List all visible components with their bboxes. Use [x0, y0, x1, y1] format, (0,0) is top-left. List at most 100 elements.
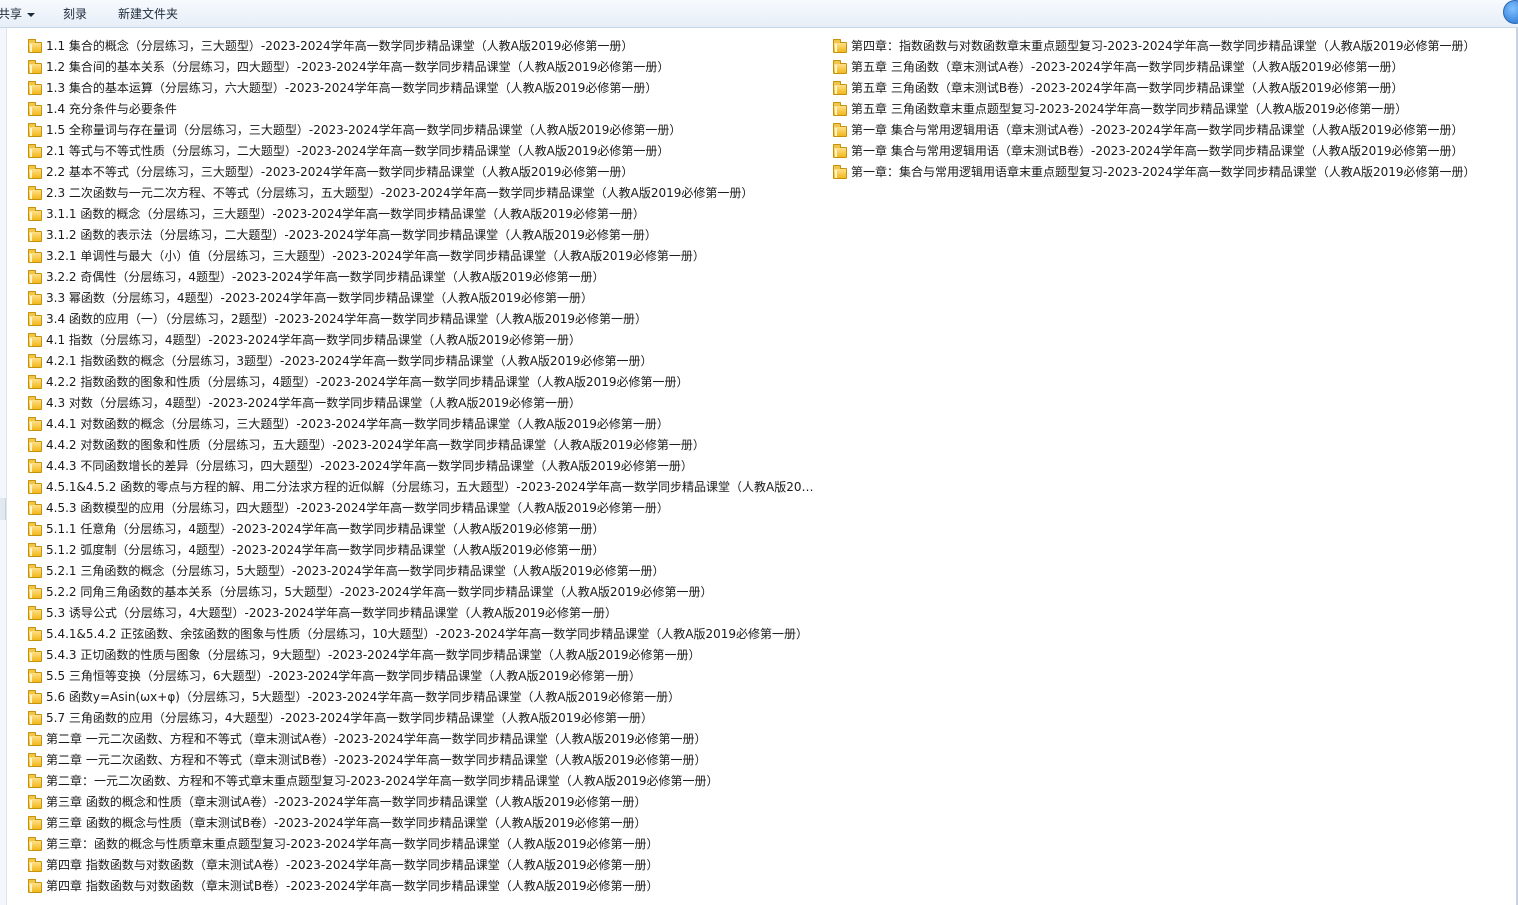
folder-icon — [28, 122, 42, 137]
new-folder-button[interactable]: 新建文件夹 — [118, 0, 178, 28]
folder-name: 3.2.2 奇偶性（分层练习，4题型）-2023-2024学年高一数学同步精品课… — [46, 270, 605, 284]
folder-item[interactable]: 4.2.2 指数函数的图象和性质（分层练习，4题型）-2023-2024学年高一… — [28, 372, 818, 393]
folder-item[interactable]: 3.2.2 奇偶性（分层练习，4题型）-2023-2024学年高一数学同步精品课… — [28, 267, 818, 288]
folder-item[interactable]: 第三章 函数的概念与性质（章末测试B卷）-2023-2024学年高一数学同步精品… — [28, 813, 818, 834]
folder-icon — [28, 248, 42, 263]
folder-icon — [28, 290, 42, 305]
folder-item[interactable]: 3.4 函数的应用（一）（分层练习，2题型）-2023-2024学年高一数学同步… — [28, 309, 818, 330]
folder-item[interactable]: 第四章 指数函数与对数函数（章末测试B卷）-2023-2024学年高一数学同步精… — [28, 876, 818, 897]
folder-item[interactable]: 5.5 三角恒等变换（分层练习，6大题型）-2023-2024学年高一数学同步精… — [28, 666, 818, 687]
folder-icon — [28, 731, 42, 746]
folder-item[interactable]: 第一章：集合与常用逻辑用语章末重点题型复习-2023-2024学年高一数学同步精… — [833, 162, 1515, 183]
folder-item[interactable]: 5.2.2 同角三角函数的基本关系（分层练习，5大题型）-2023-2024学年… — [28, 582, 818, 603]
file-list-column-2: 第四章：指数函数与对数函数章末重点题型复习-2023-2024学年高一数学同步精… — [833, 36, 1515, 183]
folder-item[interactable]: 4.3 对数（分层练习，4题型）-2023-2024学年高一数学同步精品课堂（人… — [28, 393, 818, 414]
folder-item[interactable]: 第三章：函数的概念与性质章末重点题型复习-2023-2024学年高一数学同步精品… — [28, 834, 818, 855]
folder-item[interactable]: 1.4 充分条件与必要条件 — [28, 99, 818, 120]
folder-name: 1.3 集合的基本运算（分层练习，六大题型）-2023-2024学年高一数学同步… — [46, 81, 658, 95]
command-bar: 共享 刻录 新建文件夹 — [0, 0, 1518, 28]
folder-item[interactable]: 5.6 函数y=Asin(ωx+φ)（分层练习，5大题型）-2023-2024学… — [28, 687, 818, 708]
folder-item[interactable]: 5.1.1 任意角（分层练习，4题型）-2023-2024学年高一数学同步精品课… — [28, 519, 818, 540]
folder-icon — [28, 836, 42, 851]
folder-name: 第三章 函数的概念与性质（章末测试B卷）-2023-2024学年高一数学同步精品… — [46, 816, 647, 830]
folder-item[interactable]: 第四章：指数函数与对数函数章末重点题型复习-2023-2024学年高一数学同步精… — [833, 36, 1515, 57]
folder-icon — [28, 59, 42, 74]
folder-item[interactable]: 5.7 三角函数的应用（分层练习，4大题型）-2023-2024学年高一数学同步… — [28, 708, 818, 729]
folder-name: 5.4.1&5.4.2 正弦函数、余弦函数的图象与性质（分层练习，10大题型）-… — [46, 627, 808, 641]
folder-name: 5.2.2 同角三角函数的基本关系（分层练习，5大题型）-2023-2024学年… — [46, 585, 713, 599]
folder-name: 5.1.1 任意角（分层练习，4题型）-2023-2024学年高一数学同步精品课… — [46, 522, 605, 536]
folder-item[interactable]: 1.3 集合的基本运算（分层练习，六大题型）-2023-2024学年高一数学同步… — [28, 78, 818, 99]
folder-icon — [28, 563, 42, 578]
folder-item[interactable]: 4.5.3 函数模型的应用（分层练习，四大题型）-2023-2024学年高一数学… — [28, 498, 818, 519]
folder-item[interactable]: 第一章 集合与常用逻辑用语（章末测试B卷）-2023-2024学年高一数学同步精… — [833, 141, 1515, 162]
folder-item[interactable]: 3.1.1 函数的概念（分层练习，三大题型）-2023-2024学年高一数学同步… — [28, 204, 818, 225]
folder-item[interactable]: 5.3 诱导公式（分层练习，4大题型）-2023-2024学年高一数学同步精品课… — [28, 603, 818, 624]
folder-icon — [28, 710, 42, 725]
folder-icon — [28, 584, 42, 599]
folder-item[interactable]: 第二章：一元二次函数、方程和不等式章末重点题型复习-2023-2024学年高一数… — [28, 771, 818, 792]
folder-item[interactable]: 第四章 指数函数与对数函数（章末测试A卷）-2023-2024学年高一数学同步精… — [28, 855, 818, 876]
burn-button[interactable]: 刻录 — [63, 0, 87, 28]
folder-item[interactable]: 1.5 全称量词与存在量词（分层练习，三大题型）-2023-2024学年高一数学… — [28, 120, 818, 141]
folder-item[interactable]: 1.2 集合间的基本关系（分层练习，四大题型）-2023-2024学年高一数学同… — [28, 57, 818, 78]
folder-item[interactable]: 4.5.1&4.5.2 函数的零点与方程的解、用二分法求方程的近似解（分层练习，… — [28, 477, 818, 498]
file-list-column-1: 1.1 集合的概念（分层练习，三大题型）-2023-2024学年高一数学同步精品… — [28, 36, 818, 897]
folder-item[interactable]: 第二章 一元二次函数、方程和不等式（章末测试B卷）-2023-2024学年高一数… — [28, 750, 818, 771]
folder-item[interactable]: 3.3 幂函数（分层练习，4题型）-2023-2024学年高一数学同步精品课堂（… — [28, 288, 818, 309]
folder-item[interactable]: 4.4.3 不同函数增长的差异（分层练习，四大题型）-2023-2024学年高一… — [28, 456, 818, 477]
folder-name: 3.1.2 函数的表示法（分层练习，二大题型）-2023-2024学年高一数学同… — [46, 228, 657, 242]
folder-name: 4.2.1 指数函数的概念（分层练习，3题型）-2023-2024学年高一数学同… — [46, 354, 653, 368]
folder-item[interactable]: 5.2.1 三角函数的概念（分层练习，5大题型）-2023-2024学年高一数学… — [28, 561, 818, 582]
folder-name: 5.1.2 弧度制（分层练习，4题型）-2023-2024学年高一数学同步精品课… — [46, 543, 605, 557]
navigation-pane-edge — [0, 28, 7, 905]
folder-item[interactable]: 5.4.1&5.4.2 正弦函数、余弦函数的图象与性质（分层练习，10大题型）-… — [28, 624, 818, 645]
folder-item[interactable]: 4.1 指数（分层练习，4题型）-2023-2024学年高一数学同步精品课堂（人… — [28, 330, 818, 351]
folder-icon — [28, 605, 42, 620]
folder-item[interactable]: 1.1 集合的概念（分层练习，三大题型）-2023-2024学年高一数学同步精品… — [28, 36, 818, 57]
share-menu-button[interactable]: 共享 — [0, 0, 36, 28]
pane-resize-handle[interactable] — [0, 498, 6, 520]
folder-name: 5.2.1 三角函数的概念（分层练习，5大题型）-2023-2024学年高一数学… — [46, 564, 665, 578]
folder-name: 4.4.2 对数函数的图象和性质（分层练习，五大题型）-2023-2024学年高… — [46, 438, 705, 452]
folder-icon — [28, 164, 42, 179]
folder-name: 2.2 基本不等式（分层练习，三大题型）-2023-2024学年高一数学同步精品… — [46, 165, 634, 179]
folder-icon — [28, 311, 42, 326]
folder-item[interactable]: 3.1.2 函数的表示法（分层练习，二大题型）-2023-2024学年高一数学同… — [28, 225, 818, 246]
folder-icon — [28, 878, 42, 893]
folder-item[interactable]: 5.1.2 弧度制（分层练习，4题型）-2023-2024学年高一数学同步精品课… — [28, 540, 818, 561]
folder-name: 5.4.3 正切函数的性质与图象（分层练习，9大题型）-2023-2024学年高… — [46, 648, 701, 662]
folder-icon — [28, 143, 42, 158]
folder-name: 1.1 集合的概念（分层练习，三大题型）-2023-2024学年高一数学同步精品… — [46, 39, 634, 53]
folder-item[interactable]: 第五章 三角函数（章末测试A卷）-2023-2024学年高一数学同步精品课堂（人… — [833, 57, 1515, 78]
folder-name: 2.1 等式与不等式性质（分层练习，二大题型）-2023-2024学年高一数学同… — [46, 144, 670, 158]
folder-item[interactable]: 第二章 一元二次函数、方程和不等式（章末测试A卷）-2023-2024学年高一数… — [28, 729, 818, 750]
folder-name: 第四章：指数函数与对数函数章末重点题型复习-2023-2024学年高一数学同步精… — [851, 39, 1476, 53]
folder-item[interactable]: 2.2 基本不等式（分层练习，三大题型）-2023-2024学年高一数学同步精品… — [28, 162, 818, 183]
help-icon[interactable] — [1503, 0, 1518, 24]
folder-icon — [28, 500, 42, 515]
folder-name: 4.2.2 指数函数的图象和性质（分层练习，4题型）-2023-2024学年高一… — [46, 375, 689, 389]
folder-icon — [28, 185, 42, 200]
folder-icon — [28, 542, 42, 557]
folder-icon — [28, 353, 42, 368]
folder-item[interactable]: 第五章 三角函数（章末测试B卷）-2023-2024学年高一数学同步精品课堂（人… — [833, 78, 1515, 99]
folder-item[interactable]: 5.4.3 正切函数的性质与图象（分层练习，9大题型）-2023-2024学年高… — [28, 645, 818, 666]
folder-item[interactable]: 4.4.2 对数函数的图象和性质（分层练习，五大题型）-2023-2024学年高… — [28, 435, 818, 456]
folder-item[interactable]: 第五章 三角函数章末重点题型复习-2023-2024学年高一数学同步精品课堂（人… — [833, 99, 1515, 120]
folder-item[interactable]: 3.2.1 单调性与最大（小）值（分层练习，三大题型）-2023-2024学年高… — [28, 246, 818, 267]
folder-item[interactable]: 4.2.1 指数函数的概念（分层练习，3题型）-2023-2024学年高一数学同… — [28, 351, 818, 372]
folder-item[interactable]: 第三章 函数的概念和性质（章末测试A卷）-2023-2024学年高一数学同步精品… — [28, 792, 818, 813]
folder-item[interactable]: 4.4.1 对数函数的概念（分层练习，三大题型）-2023-2024学年高一数学… — [28, 414, 818, 435]
folder-name: 3.3 幂函数（分层练习，4题型）-2023-2024学年高一数学同步精品课堂（… — [46, 291, 594, 305]
folder-icon — [28, 80, 42, 95]
folder-item[interactable]: 第一章 集合与常用逻辑用语（章末测试A卷）-2023-2024学年高一数学同步精… — [833, 120, 1515, 141]
folder-item[interactable]: 2.3 二次函数与一元二次方程、不等式（分层练习，五大题型）-2023-2024… — [28, 183, 818, 204]
folder-name: 1.4 充分条件与必要条件 — [46, 102, 177, 116]
folder-name: 3.2.1 单调性与最大（小）值（分层练习，三大题型）-2023-2024学年高… — [46, 249, 705, 263]
folder-item[interactable]: 2.1 等式与不等式性质（分层练习，二大题型）-2023-2024学年高一数学同… — [28, 141, 818, 162]
folder-icon — [28, 752, 42, 767]
folder-icon — [28, 458, 42, 473]
folder-name: 第四章 指数函数与对数函数（章末测试A卷）-2023-2024学年高一数学同步精… — [46, 858, 659, 872]
folder-icon — [28, 647, 42, 662]
